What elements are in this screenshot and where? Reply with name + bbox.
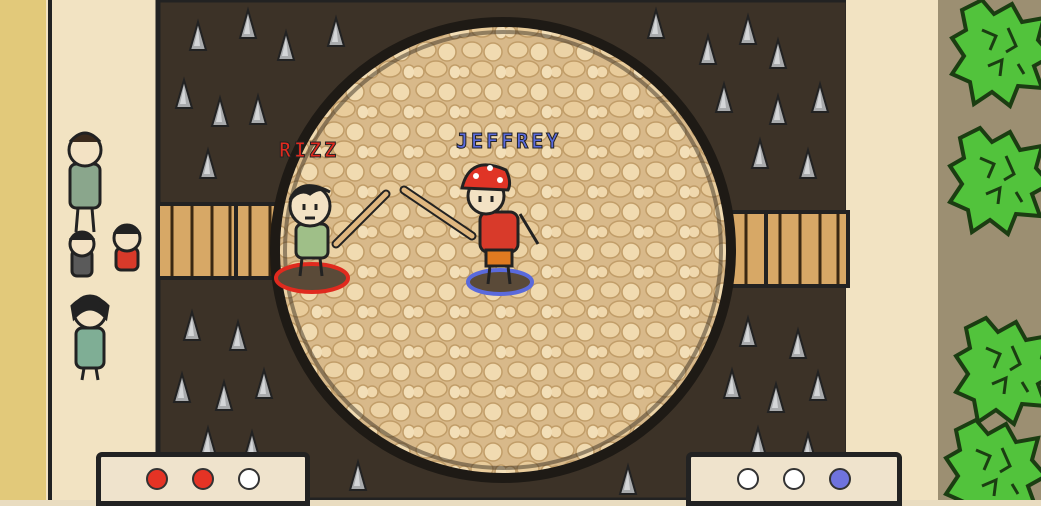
score-dot <box>238 468 260 490</box>
score-dot <box>146 468 168 490</box>
jeffrey-name-label: JEFFREY <box>455 129 562 154</box>
score-panel-left <box>96 452 310 506</box>
score-dot <box>737 468 759 490</box>
rizz-name-label: RIZZ <box>278 138 340 163</box>
rizz-selection-ring <box>274 262 350 294</box>
jeffrey-selection-ring <box>466 268 534 296</box>
score-panel-right <box>686 452 902 506</box>
left-glow <box>0 0 46 500</box>
right-walkway <box>846 0 946 500</box>
spectator-woman <box>70 294 110 381</box>
score-dot <box>192 468 214 490</box>
spectator-kid-1 <box>68 230 96 278</box>
arena-scene <box>0 0 1041 500</box>
spectator-kid-2 <box>112 223 142 272</box>
score-dot <box>783 468 805 490</box>
score-dot <box>829 468 851 490</box>
